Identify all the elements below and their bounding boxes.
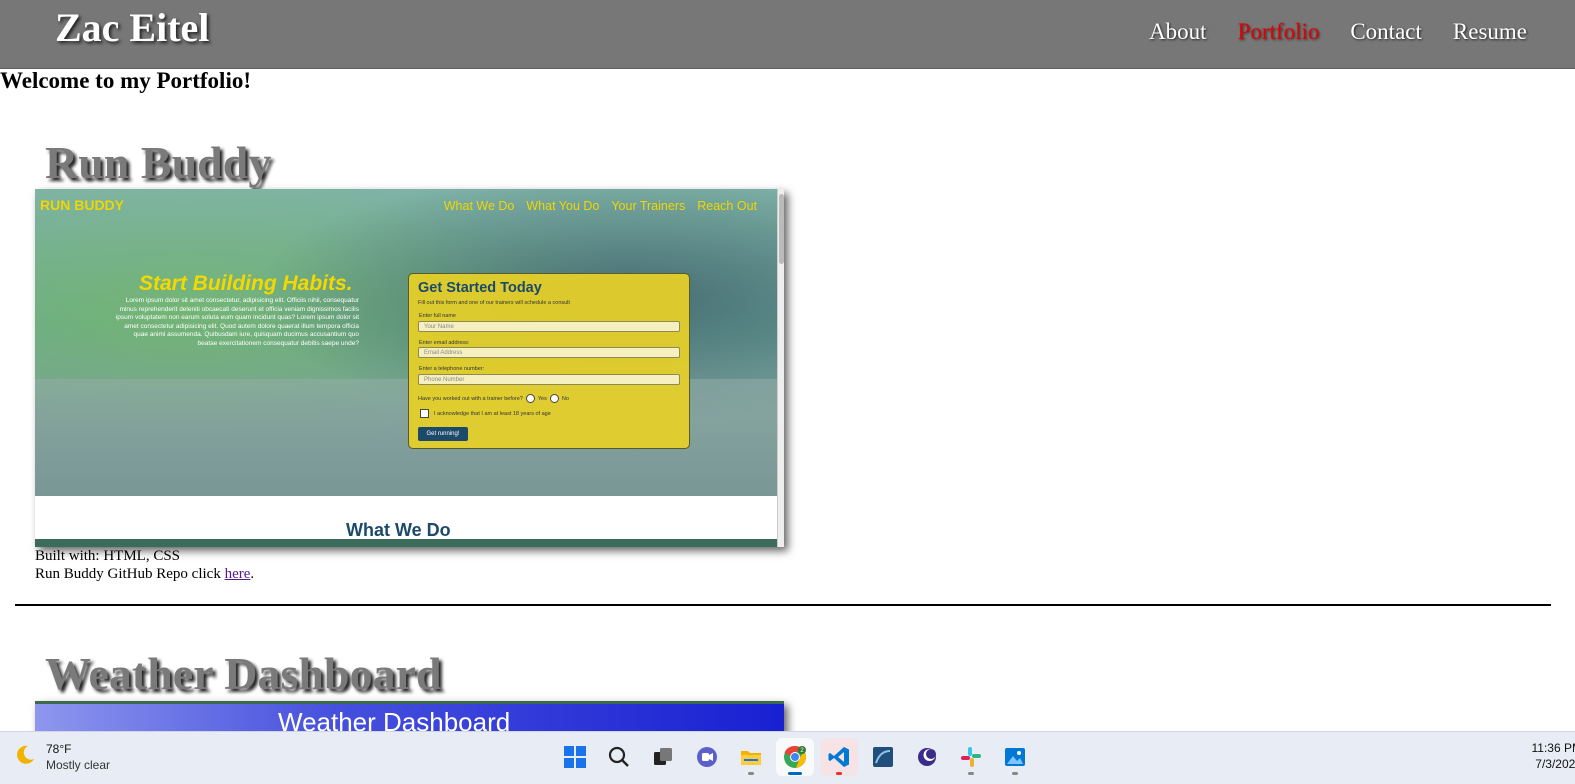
file-explorer-icon[interactable] (732, 738, 770, 776)
repo-suffix: . (250, 566, 255, 582)
rb-lorem-text: Lorem ipsum dolor sit amet consectetur, … (115, 297, 359, 347)
rb-name-label: Enter full name (419, 313, 456, 319)
nav-portfolio[interactable]: Portfolio (1238, 19, 1320, 45)
weather-dashboard-screenshot[interactable]: Weather Dashboard (35, 701, 784, 734)
weather-temp[interactable]: 78°F (46, 742, 71, 756)
rb-radio-question: Have you worked out with a trainer befor… (418, 395, 523, 402)
photos-icon[interactable] (996, 738, 1034, 776)
rb-nav-item: Reach Out (697, 199, 757, 213)
site-header: Zac Eitel About Portfolio Contact Resume (0, 0, 1575, 69)
rb-scroll-thumb (779, 194, 784, 264)
project-title-run-buddy: Run Buddy (45, 137, 272, 188)
rb-phone-input: Phone Number (418, 374, 680, 385)
rb-nav-item: Your Trainers (611, 199, 686, 213)
repo-text: Run Buddy GitHub Repo click (35, 566, 225, 582)
running-indicator (1012, 772, 1018, 775)
main-nav: About Portfolio Contact Resume (1149, 19, 1527, 45)
clock-date[interactable]: 7/3/2022 (1535, 757, 1575, 771)
moon-icon[interactable] (14, 744, 36, 772)
rb-email-input: Email Address (418, 347, 680, 358)
rb-bottom-strip (35, 539, 777, 547)
task-view-icon[interactable] (644, 738, 682, 776)
rb-radio-yes-label: Yes (537, 395, 547, 402)
radio-no (549, 394, 559, 403)
rb-email-label: Enter email address: (419, 340, 470, 346)
rb-phone-label: Enter a telephone number: (419, 366, 485, 372)
rb-form-title: Get Started Today (418, 280, 542, 296)
taskbar: 78°F Mostly clear 2 11:36 P 7/3/202 (0, 731, 1575, 784)
wd-screenshot-title: Weather Dashboard (278, 707, 511, 734)
nav-about[interactable]: About (1149, 19, 1207, 45)
taskbar-apps: 2 (556, 738, 1034, 776)
rb-check-row: I acknowledge that I am at least 18 year… (420, 409, 551, 418)
slack-icon[interactable] (952, 738, 990, 776)
active-indicator (788, 772, 802, 775)
rb-radio-row: Have you worked out with a trainer befor… (418, 394, 569, 403)
checkbox (420, 409, 429, 418)
nav-resume[interactable]: Resume (1453, 19, 1527, 45)
chrome-icon[interactable]: 2 (776, 738, 814, 776)
nav-contact[interactable]: Contact (1350, 19, 1422, 45)
rb-section-title: What We Do (346, 520, 451, 540)
windows-start-icon[interactable] (556, 738, 594, 776)
running-indicator (748, 772, 754, 775)
running-indicator (968, 772, 974, 775)
rb-headline: Start Building Habits. (139, 272, 353, 295)
welcome-heading: Welcome to my Portfolio! (0, 68, 251, 93)
run-buddy-nav: What We Do What You Do Your Trainers Rea… (444, 199, 757, 213)
run-buddy-repo-line: Run Buddy GitHub Repo click here. (35, 566, 254, 583)
vs-code-icon[interactable] (820, 738, 858, 776)
running-indicator (836, 772, 842, 775)
section-divider (15, 604, 1551, 606)
rb-name-input: Your Name (418, 321, 680, 332)
site-name[interactable]: Zac Eitel (55, 4, 209, 51)
rb-signup-form: Get Started Today Fill out this form and… (408, 273, 690, 449)
rb-submit-button: Get running! (418, 427, 468, 441)
rb-radio-no-label: No (561, 395, 569, 402)
rb-nav-item: What We Do (443, 199, 515, 213)
rb-nav-item: What You Do (526, 199, 600, 213)
run-buddy-built-with: Built with: HTML, CSS (35, 548, 181, 564)
rb-form-subtitle: Fill out this form and one of our traine… (418, 300, 570, 306)
rb-checkbox-label: I acknowledge that I am at least 18 year… (434, 410, 551, 417)
run-buddy-screenshot[interactable]: RUN BUDDY What We Do What You Do Your Tr… (35, 189, 784, 547)
eclipse-ide-icon[interactable] (908, 738, 946, 776)
weather-desc[interactable]: Mostly clear (46, 758, 110, 772)
teams-chat-icon[interactable] (688, 738, 726, 776)
clock-time[interactable]: 11:36 PM (1532, 741, 1575, 755)
radio-yes (525, 394, 535, 403)
run-buddy-hero: RUN BUDDY What We Do What You Do Your Tr… (35, 189, 777, 496)
project-title-weather-dashboard: Weather Dashboard (45, 648, 442, 699)
search-icon[interactable] (600, 738, 638, 776)
run-buddy-logo: RUN BUDDY (40, 197, 124, 213)
run-buddy-repo-link[interactable]: here (225, 566, 251, 582)
mysql-workbench-icon[interactable] (864, 738, 902, 776)
rb-scrollbar (777, 189, 784, 547)
